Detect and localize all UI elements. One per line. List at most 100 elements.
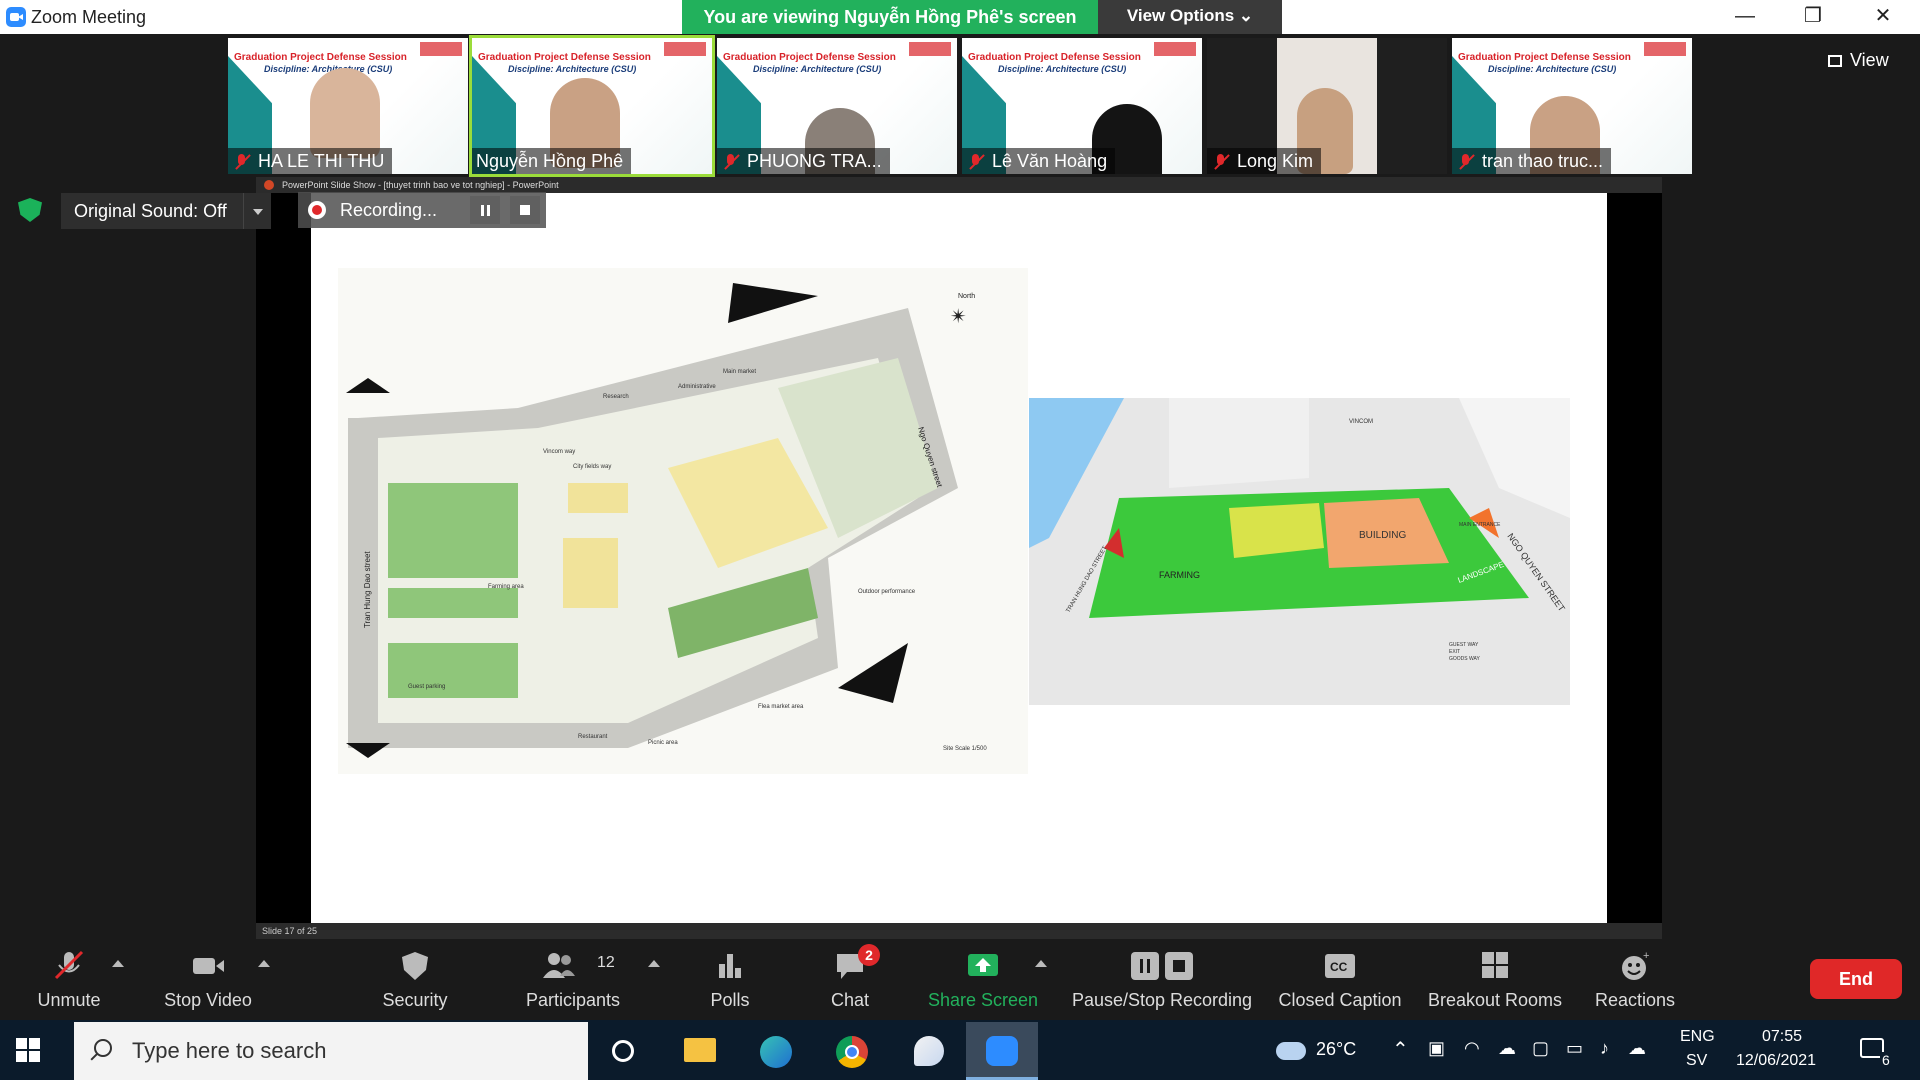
end-meeting-button[interactable]: End bbox=[1810, 959, 1902, 999]
pause-recording-button[interactable] bbox=[470, 196, 500, 224]
participant-tile-active-speaker[interactable]: Graduation Project Defense Session Disci… bbox=[469, 35, 715, 177]
paint-app-button[interactable] bbox=[892, 1022, 964, 1080]
site-analysis-svg: BUILDING FARMING LANDSCAPE NGO QUYEN STR… bbox=[1029, 398, 1570, 662]
participant-tile[interactable]: Graduation Project Defense Session Disci… bbox=[962, 38, 1202, 174]
share-options-caret[interactable] bbox=[1033, 940, 1049, 1020]
site-plan-drawing: North ✴ Tran Hung Dao street Ngo Quyen s… bbox=[338, 268, 1028, 774]
security-button[interactable]: Security bbox=[365, 940, 465, 1020]
svg-text:+: + bbox=[1643, 950, 1649, 962]
video-options-caret[interactable] bbox=[256, 940, 272, 1020]
unmute-button[interactable]: Unmute bbox=[24, 940, 114, 1020]
participants-label: Participants bbox=[525, 990, 621, 1010]
battery-icon[interactable]: ▭ bbox=[1566, 1038, 1583, 1059]
participants-options-caret[interactable] bbox=[646, 940, 662, 1020]
edge-browser-button[interactable] bbox=[740, 1022, 812, 1080]
participant-name: Nguyễn Hồng Phê bbox=[476, 151, 624, 171]
zoom-app-icon bbox=[6, 7, 26, 27]
windows-start-icon[interactable] bbox=[16, 1038, 40, 1062]
building-block bbox=[568, 483, 628, 513]
cloud-icon bbox=[1276, 1042, 1306, 1060]
file-explorer-button[interactable] bbox=[664, 1022, 736, 1080]
closed-caption-button[interactable]: CC Closed Caption bbox=[1272, 940, 1408, 1020]
chevron-up-icon bbox=[112, 960, 124, 968]
powerpoint-icon bbox=[264, 180, 274, 190]
speaker-muted-icon[interactable]: ♪ bbox=[1600, 1038, 1609, 1059]
screen-icon[interactable]: ▢ bbox=[1532, 1038, 1549, 1059]
device-icon[interactable]: ▣ bbox=[1428, 1038, 1445, 1059]
search-icon bbox=[94, 1039, 112, 1057]
stop-video-button[interactable]: Stop Video bbox=[152, 940, 264, 1020]
onedrive-cloud-icon[interactable]: ☁ bbox=[1498, 1038, 1516, 1059]
slide-footer-bar: Slide 17 of 25 bbox=[256, 923, 1662, 939]
chat-label: Chat bbox=[830, 990, 870, 1010]
north-label: North bbox=[958, 293, 975, 300]
slide-subheading: Discipline: Architecture (CSU) bbox=[753, 64, 882, 74]
participant-tile[interactable]: Graduation Project Defense Session Disci… bbox=[717, 38, 957, 174]
plan-label: Picnic area bbox=[648, 740, 678, 746]
share-screen-label: Share Screen bbox=[927, 990, 1039, 1010]
participant-name-bar: PHUONG TRA... bbox=[717, 148, 890, 174]
chevron-up-icon bbox=[648, 960, 660, 968]
audio-options-caret[interactable] bbox=[110, 940, 126, 1020]
participant-tile[interactable]: Long Kim bbox=[1207, 38, 1447, 174]
slide-subheading: Discipline: Architecture (CSU) bbox=[1488, 64, 1617, 74]
legend-item: GOODS WAY bbox=[1449, 656, 1481, 662]
diagram-label: MAIN ENTRANCE bbox=[1459, 522, 1501, 528]
view-button[interactable]: View bbox=[1828, 46, 1908, 74]
weather-widget[interactable]: 26°C bbox=[1274, 1020, 1374, 1080]
restore-button[interactable]: ❐ bbox=[1778, 0, 1848, 34]
weather-temperature: 26°C bbox=[1316, 1039, 1357, 1059]
reactions-button[interactable]: + Reactions bbox=[1584, 940, 1686, 1020]
site-analysis-diagram: BUILDING FARMING LANDSCAPE NGO QUYEN STR… bbox=[1029, 398, 1570, 705]
shield-icon bbox=[402, 952, 428, 980]
reactions-smiley-icon: + bbox=[1622, 950, 1649, 980]
pause-stop-recording-button[interactable]: Pause/Stop Recording bbox=[1066, 940, 1258, 1020]
powerpoint-titlebar: PowerPoint Slide Show - [thuyet trinh ba… bbox=[256, 177, 1662, 193]
recording-label: Recording... bbox=[340, 200, 438, 220]
participant-video bbox=[310, 68, 380, 158]
participant-name-bar: Nguyễn Hồng Phê bbox=[472, 148, 632, 174]
wifi-icon[interactable]: ◠ bbox=[1464, 1038, 1480, 1059]
participants-button[interactable]: 12 Participants bbox=[515, 940, 631, 1020]
stop-recording-button[interactable] bbox=[510, 196, 540, 224]
system-tray-icons[interactable]: ⌃ ▣ ◠ ☁ ▢ ▭ ♪ ☁ bbox=[1392, 1020, 1650, 1080]
participants-count: 12 bbox=[597, 954, 615, 971]
breakout-rooms-button[interactable]: Breakout Rooms bbox=[1422, 940, 1568, 1020]
plan-label: City fields way bbox=[573, 464, 611, 470]
mic-muted-icon bbox=[1456, 153, 1476, 171]
view-button-label: View bbox=[1850, 50, 1889, 70]
cloud-sync-icon[interactable]: ☁ bbox=[1628, 1038, 1646, 1059]
reactions-label: Reactions bbox=[1594, 990, 1676, 1010]
language-indicator[interactable]: ENG SV bbox=[1680, 1020, 1720, 1080]
polls-label: Polls bbox=[710, 990, 750, 1010]
notification-count: 6 bbox=[1880, 1052, 1892, 1068]
view-options-button[interactable]: View Options ⌄ bbox=[1098, 0, 1282, 34]
zoom-taskbar-button[interactable] bbox=[966, 1022, 1038, 1080]
participant-name: tran thao truc... bbox=[1482, 151, 1604, 171]
scale-label: Site Scale 1/500 bbox=[943, 746, 987, 752]
chevron-up-icon[interactable]: ⌃ bbox=[1392, 1037, 1409, 1062]
north-arrow-shape bbox=[728, 283, 818, 323]
slide-heading: Graduation Project Defense Session bbox=[1458, 52, 1631, 63]
participant-tile[interactable]: Graduation Project Defense Session Disci… bbox=[228, 38, 468, 174]
cortana-circle-icon bbox=[612, 1040, 634, 1062]
security-shield-icon[interactable] bbox=[18, 198, 42, 222]
original-sound-toggle[interactable]: Original Sound: Off bbox=[61, 193, 271, 229]
notifications-button[interactable]: 6 bbox=[1852, 1020, 1908, 1080]
plan-label: Research bbox=[603, 394, 629, 400]
language-top: ENG bbox=[1680, 1028, 1715, 1045]
taskbar-search-box[interactable]: Type here to search bbox=[74, 1022, 588, 1080]
building-volume bbox=[1169, 398, 1309, 488]
chrome-browser-button[interactable] bbox=[816, 1022, 888, 1080]
participant-tile[interactable]: Graduation Project Defense Session Disci… bbox=[1452, 38, 1692, 174]
plan-label: Restaurant bbox=[578, 734, 608, 740]
clock[interactable]: 07:55 12/06/2021 bbox=[1734, 1020, 1830, 1080]
share-screen-button[interactable]: Share Screen bbox=[920, 940, 1046, 1020]
polls-button[interactable]: Polls bbox=[690, 940, 770, 1020]
slide-counter: Slide 17 of 25 bbox=[262, 926, 318, 936]
cortana-button[interactable] bbox=[588, 1022, 660, 1080]
close-button[interactable]: ✕ bbox=[1848, 0, 1918, 34]
chevron-down-icon[interactable] bbox=[243, 193, 271, 229]
svg-text:CC: CC bbox=[1330, 960, 1348, 974]
minimize-button[interactable]: — bbox=[1710, 0, 1780, 34]
